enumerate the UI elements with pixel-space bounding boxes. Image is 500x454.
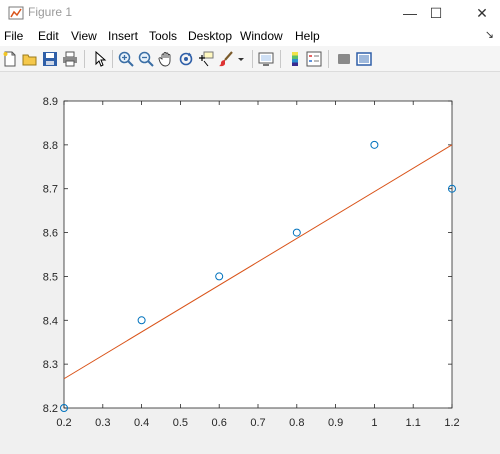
y-tick-label: 8.8 <box>43 140 58 152</box>
show-plot-tools-icon[interactable] <box>356 51 372 67</box>
brush-dropdown-icon[interactable] <box>236 51 246 67</box>
save-icon[interactable] <box>42 51 58 67</box>
close-button[interactable]: ✕ <box>464 0 500 26</box>
x-tick-label: 0.6 <box>212 417 227 429</box>
data-cursor-icon[interactable] <box>198 51 214 67</box>
brush-icon[interactable] <box>218 51 234 67</box>
x-tick-label: 0.4 <box>134 417 149 429</box>
menu-view[interactable]: View <box>71 29 97 43</box>
close-icon: ✕ <box>476 4 488 21</box>
zoom-in-icon[interactable] <box>118 51 134 67</box>
y-tick-label: 8.9 <box>43 96 58 108</box>
x-tick-label: 0.7 <box>250 417 265 429</box>
zoom-out-icon[interactable] <box>138 51 154 67</box>
figure-canvas: 0.2 0.3 0.4 0.5 0.6 0.7 0.8 0.9 1 1.1 1.2 8.2 8.3 8.4… <box>0 73 500 449</box>
y-tick-label: 8.5 <box>43 271 58 283</box>
x-tick-label: 0.9 <box>328 417 343 429</box>
scatter-plot: 0.2 0.3 0.4 0.5 0.6 0.7 0.8 0.9 1 1.1 1.2 8.2 8.3 8.4… <box>43 96 460 429</box>
menu-insert[interactable]: Insert <box>108 29 138 43</box>
legend-icon[interactable] <box>306 51 322 67</box>
x-tick-label: 0.2 <box>56 417 71 429</box>
maximize-button[interactable]: ☐ <box>418 0 454 26</box>
open-file-icon[interactable] <box>22 51 38 67</box>
new-figure-icon[interactable] <box>2 51 18 67</box>
title-bar: Figure 1 — ☐ ✕ <box>0 0 500 26</box>
pan-hand-icon[interactable] <box>158 51 174 67</box>
colorbar-icon[interactable] <box>287 51 303 67</box>
menu-window[interactable]: Window <box>240 29 283 43</box>
menu-tools[interactable]: Tools <box>149 29 177 43</box>
rotate-3d-icon[interactable] <box>178 51 194 67</box>
x-tick-label: 1.1 <box>406 417 421 429</box>
window-title: Figure 1 <box>28 5 73 19</box>
matlab-figure-icon <box>8 6 24 20</box>
x-tick-label: 0.5 <box>173 417 188 429</box>
y-tick-label: 8.7 <box>43 184 58 196</box>
y-tick-label: 8.6 <box>43 228 58 240</box>
figure-toolbar <box>0 46 500 72</box>
maximize-icon: ☐ <box>429 4 443 21</box>
y-tick-label: 8.4 <box>43 315 58 327</box>
y-tick-label: 8.2 <box>43 403 58 415</box>
link-plot-icon[interactable] <box>258 51 274 67</box>
menu-file[interactable]: File <box>4 29 23 43</box>
x-tick-label: 0.8 <box>289 417 304 429</box>
menu-edit[interactable]: Edit <box>38 29 59 43</box>
menu-bar: File Edit View Insert Tools Desktop Wind… <box>0 26 500 46</box>
axes-box <box>63 100 453 409</box>
minimize-icon: — <box>403 5 417 21</box>
menu-help[interactable]: Help <box>295 29 320 43</box>
edit-plot-arrow-icon[interactable] <box>92 51 108 67</box>
x-tick-label: 0.3 <box>95 417 110 429</box>
x-tick-label: 1 <box>371 417 377 429</box>
x-tick-label: 1.2 <box>444 417 459 429</box>
hide-plot-tools-icon[interactable] <box>336 51 352 67</box>
menu-overflow-icon[interactable]: ↘ <box>485 28 494 41</box>
print-icon[interactable] <box>62 51 78 67</box>
menu-desktop[interactable]: Desktop <box>188 29 232 43</box>
y-tick-label: 8.3 <box>43 359 58 371</box>
